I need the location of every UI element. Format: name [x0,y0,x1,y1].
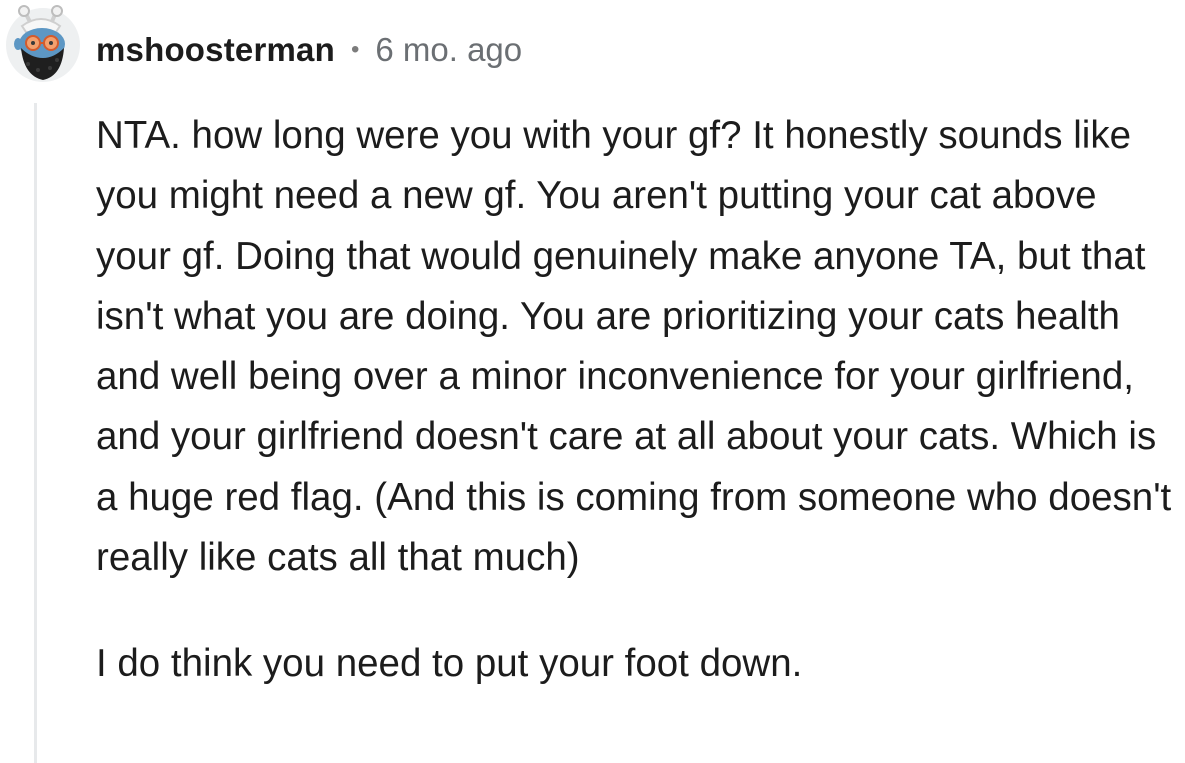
avatar[interactable] [4,4,82,82]
separator-dot: • [350,36,360,63]
timestamp[interactable]: 6 mo. ago [375,31,522,69]
snoo-avatar-icon [6,5,80,82]
thread-collapse-line[interactable] [34,103,37,763]
comment-body: NTA. how long were you with your gf? It … [96,106,1176,695]
username-link[interactable]: mshoosterman [96,31,335,69]
comment-header: mshoosterman • 6 mo. ago [96,28,522,72]
comment-paragraph: NTA. how long were you with your gf? It … [96,114,1172,580]
comment-paragraph: I do think you need to put your foot dow… [96,642,803,686]
comment: mshoosterman • 6 mo. ago NTA. how long w… [0,0,1185,763]
